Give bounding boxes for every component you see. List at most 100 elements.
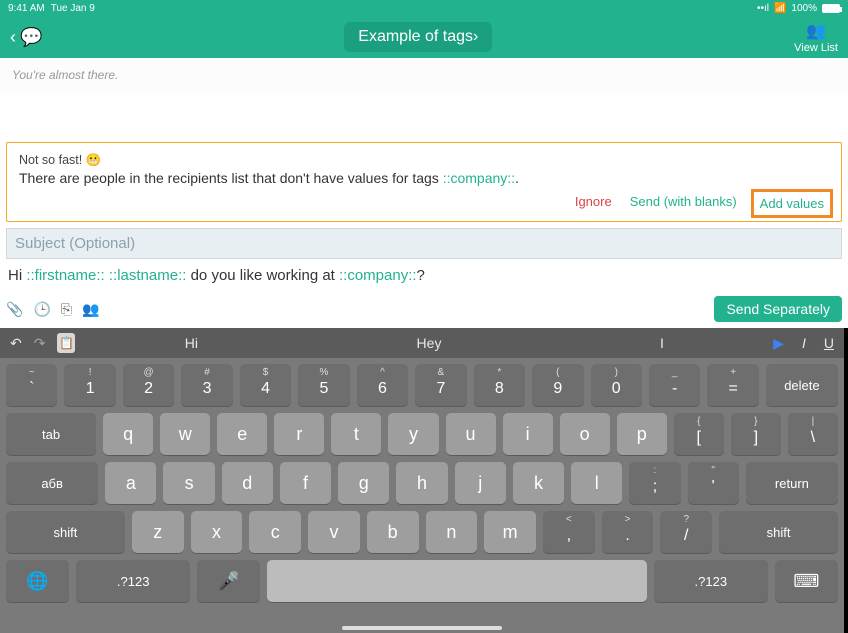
key-n[interactable]: n — [426, 511, 478, 553]
format-italic[interactable]: I — [802, 335, 806, 351]
suggestion-3[interactable]: I — [660, 335, 664, 351]
warning-title: Not so fast! 😬 — [19, 153, 829, 168]
key-tilde[interactable]: ~` — [6, 364, 57, 406]
onscreen-keyboard: ↶ ↷ 📋 Hi Hey I ▶ I U ~` !1 @2 #3 $4 %5 ^… — [0, 328, 848, 633]
format-underline[interactable]: U — [824, 335, 834, 351]
key-quote[interactable]: "' — [688, 462, 739, 504]
key-f[interactable]: f — [280, 462, 331, 504]
key-q[interactable]: q — [103, 413, 153, 455]
key-d[interactable]: d — [222, 462, 273, 504]
kb-row-1: tab q w e r t y u i o p {[ }] |\ — [6, 413, 838, 455]
tag-lastname: ::lastname:: — [109, 267, 187, 284]
back-button[interactable]: ‹ 💬 — [10, 27, 42, 48]
kb-bottom-row: 🌐 .?123 🎤 .?123 ⌨ — [6, 560, 838, 602]
key-4[interactable]: $4 — [240, 364, 291, 406]
key-shift-left[interactable]: shift — [6, 511, 125, 553]
key-0[interactable]: )0 — [591, 364, 642, 406]
key-globe[interactable]: 🌐 — [6, 560, 69, 602]
key-2[interactable]: @2 — [123, 364, 174, 406]
key-h[interactable]: h — [396, 462, 447, 504]
key-7[interactable]: &7 — [415, 364, 466, 406]
key-mic[interactable]: 🎤 — [197, 560, 260, 602]
clock-icon[interactable]: 🕒 — [33, 301, 50, 318]
key-tab[interactable]: tab — [6, 413, 96, 455]
key-u[interactable]: u — [446, 413, 496, 455]
chat-icon: 💬 — [20, 27, 42, 48]
key-semicolon[interactable]: :; — [629, 462, 680, 504]
key-minus[interactable]: _- — [649, 364, 700, 406]
key-t[interactable]: t — [331, 413, 381, 455]
key-p[interactable]: p — [617, 413, 667, 455]
battery-icon — [822, 4, 840, 13]
status-bar: 9:41 AM Tue Jan 9 ••ıl 100% — [0, 0, 848, 16]
key-e[interactable]: e — [217, 413, 267, 455]
subject-input[interactable]: Subject (Optional) — [6, 228, 842, 259]
key-m[interactable]: m — [484, 511, 536, 553]
send-separately-button[interactable]: Send Separately — [714, 296, 842, 322]
ignore-button[interactable]: Ignore — [575, 194, 612, 213]
status-time: 9:41 AM — [8, 3, 45, 14]
key-o[interactable]: o — [560, 413, 610, 455]
key-period[interactable]: >. — [602, 511, 654, 553]
warning-text: There are people in the recipients list … — [19, 170, 829, 186]
key-delete[interactable]: delete — [766, 364, 838, 406]
key-w[interactable]: w — [160, 413, 210, 455]
key-5[interactable]: %5 — [298, 364, 349, 406]
key-numtoggle-left[interactable]: .?123 — [76, 560, 190, 602]
send-with-blanks-button[interactable]: Send (with blanks) — [630, 194, 737, 213]
key-return[interactable]: return — [746, 462, 838, 504]
key-i[interactable]: i — [503, 413, 553, 455]
key-bracket-l[interactable]: {[ — [674, 413, 724, 455]
keyboard-top-bar: ↶ ↷ 📋 Hi Hey I ▶ I U — [0, 328, 844, 358]
key-equals[interactable]: += — [707, 364, 758, 406]
warning-box: Not so fast! 😬 There are people in the r… — [6, 142, 842, 222]
key-6[interactable]: ^6 — [357, 364, 408, 406]
people-icon: 👥 — [794, 21, 838, 41]
copy-icon[interactable]: ⎘ — [61, 301, 72, 318]
undo-icon[interactable]: ↶ — [10, 335, 22, 352]
suggestion-2[interactable]: Hey — [417, 335, 442, 351]
key-slash[interactable]: ?/ — [660, 511, 712, 553]
key-1[interactable]: !1 — [64, 364, 115, 406]
view-list-button[interactable]: 👥 View List — [794, 21, 838, 54]
key-r[interactable]: r — [274, 413, 324, 455]
signal-icon: ••ıl — [757, 3, 769, 14]
key-a[interactable]: a — [105, 462, 156, 504]
key-space[interactable] — [267, 560, 647, 602]
clipboard-icon[interactable]: 📋 — [57, 333, 75, 353]
app-header: ‹ 💬 Example of tags› 👥 View List — [0, 16, 848, 58]
key-g[interactable]: g — [338, 462, 389, 504]
key-8[interactable]: *8 — [474, 364, 525, 406]
kb-row-3: shift z x c v b n m <, >. ?/ shift — [6, 511, 838, 553]
key-s[interactable]: s — [163, 462, 214, 504]
key-bracket-r[interactable]: }] — [731, 413, 781, 455]
key-backslash[interactable]: |\ — [788, 413, 838, 455]
add-values-button[interactable]: Add values — [751, 189, 833, 218]
status-date: Tue Jan 9 — [51, 3, 95, 14]
format-bold-icon[interactable]: ▶ — [773, 335, 784, 352]
message-input[interactable]: Hi ::firstname:: ::lastname:: do you lik… — [6, 263, 842, 288]
group-icon[interactable]: 👥 — [82, 301, 99, 318]
key-y[interactable]: y — [388, 413, 438, 455]
key-b[interactable]: b — [367, 511, 419, 553]
key-c[interactable]: c — [249, 511, 301, 553]
key-numtoggle-right[interactable]: .?123 — [654, 560, 768, 602]
key-k[interactable]: k — [513, 462, 564, 504]
wifi-icon — [774, 3, 786, 14]
key-9[interactable]: (9 — [532, 364, 583, 406]
subheader-text: You're almost there. — [0, 58, 848, 92]
key-x[interactable]: x — [191, 511, 243, 553]
attachment-icon[interactable]: 📎 — [6, 301, 23, 318]
header-title-button[interactable]: Example of tags› — [344, 22, 492, 52]
key-shift-right[interactable]: shift — [719, 511, 838, 553]
suggestion-1[interactable]: Hi — [185, 335, 198, 351]
key-j[interactable]: j — [455, 462, 506, 504]
key-v[interactable]: v — [308, 511, 360, 553]
key-lang[interactable]: абв — [6, 462, 98, 504]
key-z[interactable]: z — [132, 511, 184, 553]
key-dismiss-keyboard[interactable]: ⌨ — [775, 560, 838, 602]
redo-icon[interactable]: ↷ — [34, 335, 46, 352]
key-comma[interactable]: <, — [543, 511, 595, 553]
key-3[interactable]: #3 — [181, 364, 232, 406]
key-l[interactable]: l — [571, 462, 622, 504]
